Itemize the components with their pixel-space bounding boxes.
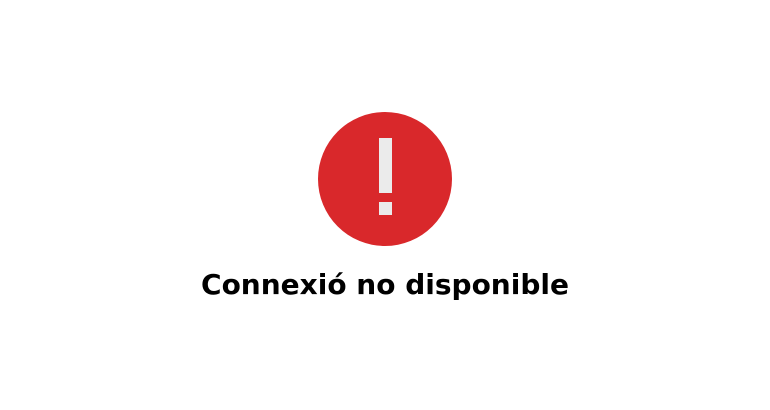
- exclamation-circle-icon: [318, 112, 452, 246]
- exclamation-bar: [379, 138, 392, 193]
- error-message: Connexió no disponible: [201, 268, 569, 301]
- exclamation-dot: [379, 202, 392, 215]
- connection-error-view: Connexió no disponible: [0, 0, 770, 410]
